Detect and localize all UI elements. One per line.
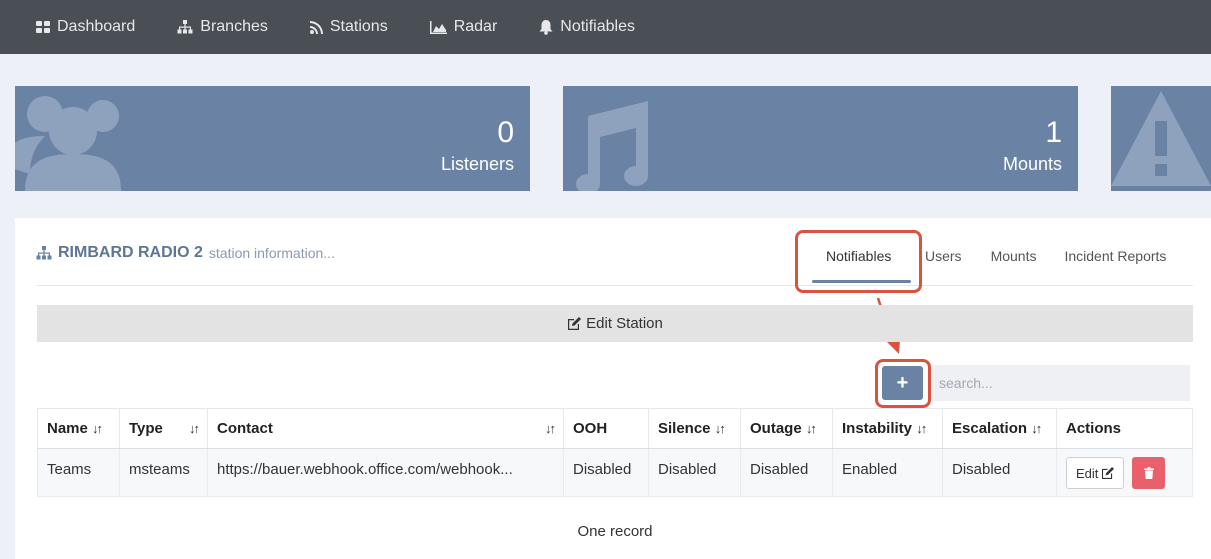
delete-row-button[interactable] xyxy=(1132,457,1166,489)
table-row: Teams msteams https://bauer.webhook.offi… xyxy=(37,448,1193,497)
col-contact[interactable]: Contact ↓↑ xyxy=(207,408,564,449)
cell-instability: Enabled xyxy=(832,448,943,497)
nav-stations-label: Stations xyxy=(329,18,388,35)
tab-users[interactable]: Users xyxy=(925,248,962,264)
record-count: One record xyxy=(577,523,653,540)
bell-icon xyxy=(539,19,553,35)
nav-stations[interactable]: Stations xyxy=(309,18,388,36)
cell-ooh: Disabled xyxy=(563,448,649,497)
station-name: RIMBARD RADIO 2 xyxy=(58,244,203,261)
sort-icon: ↓↑ xyxy=(714,421,726,436)
sitemap-icon xyxy=(177,20,193,34)
cell-escalation: Disabled xyxy=(942,448,1057,497)
rss-icon xyxy=(309,20,323,34)
highlight-tab-notifiables xyxy=(795,230,922,293)
listeners-label: Listeners xyxy=(440,154,514,174)
cell-type: msteams xyxy=(119,448,208,497)
col-escalation[interactable]: Escalation ↓↑ xyxy=(942,408,1057,449)
search-input[interactable] xyxy=(932,365,1190,401)
cell-silence: Disabled xyxy=(648,448,741,497)
nav-branches[interactable]: Branches xyxy=(177,18,268,36)
cell-contact: https://bauer.webhook.office.com/webhook… xyxy=(207,448,564,497)
sort-icon: ↓↑ xyxy=(92,421,103,436)
sitemap-icon xyxy=(36,246,52,260)
trash-icon xyxy=(1143,467,1154,479)
mounts-card: 1 Mounts xyxy=(563,86,1078,191)
listeners-card: 0 Listeners xyxy=(15,86,530,191)
sort-icon: ↓↑ xyxy=(1031,421,1042,436)
panel-title: RIMBARD RADIO 2 station information... xyxy=(36,244,335,262)
dashboard-icon xyxy=(36,21,50,33)
sort-icon: ↓↑ xyxy=(189,421,200,436)
station-panel: RIMBARD RADIO 2 station information... N… xyxy=(15,218,1211,559)
cell-actions: Edit xyxy=(1056,448,1193,497)
mounts-label: Mounts xyxy=(1002,154,1062,174)
col-type[interactable]: Type ↓↑ xyxy=(119,408,208,449)
col-instability[interactable]: Instability ↓↑ xyxy=(832,408,943,449)
cell-outage: Disabled xyxy=(740,448,833,497)
cell-name: Teams xyxy=(37,448,120,497)
sort-icon: ↓↑ xyxy=(545,421,556,436)
area-chart-icon xyxy=(429,20,447,34)
listeners-value: 0 xyxy=(497,116,514,149)
edit-station-button[interactable]: Edit Station xyxy=(37,305,1193,342)
add-notifiable-button[interactable]: + xyxy=(882,366,923,400)
station-subtitle: station information... xyxy=(208,245,335,261)
nav-notifiables[interactable]: Notifiables xyxy=(539,18,635,36)
tab-mounts[interactable]: Mounts xyxy=(991,248,1037,264)
mounts-value: 1 xyxy=(1045,116,1062,149)
edit-row-label: Edit xyxy=(1076,465,1099,481)
edit-row-button[interactable]: Edit xyxy=(1066,457,1125,489)
nav-radar-label: Radar xyxy=(453,18,498,35)
users-icon xyxy=(15,96,121,191)
table-header-row: Name ↓↑ Type ↓↑ Contact ↓↑ OOH Silence ↓↑ … xyxy=(37,408,1193,449)
nav-dashboard-label: Dashboard xyxy=(57,18,136,35)
nav-dashboard[interactable]: Dashboard xyxy=(36,18,135,36)
col-name[interactable]: Name ↓↑ xyxy=(37,408,120,449)
nav-radar[interactable]: Radar xyxy=(429,18,498,36)
sort-icon: ↓↑ xyxy=(916,421,927,436)
nav-branches-label: Branches xyxy=(200,18,268,35)
panel-divider xyxy=(36,285,1193,286)
sort-icon: ↓↑ xyxy=(805,421,817,436)
notifiables-table: Name ↓↑ Type ↓↑ Contact ↓↑ OOH Silence ↓↑ … xyxy=(37,408,1193,497)
music-icon xyxy=(576,101,648,191)
col-outage[interactable]: Outage ↓↑ xyxy=(740,408,833,449)
tab-incident-reports[interactable]: Incident Reports xyxy=(1064,248,1166,264)
warning-icon xyxy=(1111,91,1211,186)
edit-station-label: Edit Station xyxy=(586,315,663,332)
top-nav: Dashboard Branches Stations Radar Notifi… xyxy=(0,0,1211,54)
alerts-card xyxy=(1111,86,1211,191)
col-ooh[interactable]: OOH xyxy=(563,408,649,449)
edit-icon xyxy=(568,317,582,330)
col-actions: Actions xyxy=(1056,408,1193,449)
col-silence[interactable]: Silence ↓↑ xyxy=(648,408,741,449)
edit-icon xyxy=(1102,467,1115,479)
nav-notifiables-label: Notifiables xyxy=(560,18,635,35)
